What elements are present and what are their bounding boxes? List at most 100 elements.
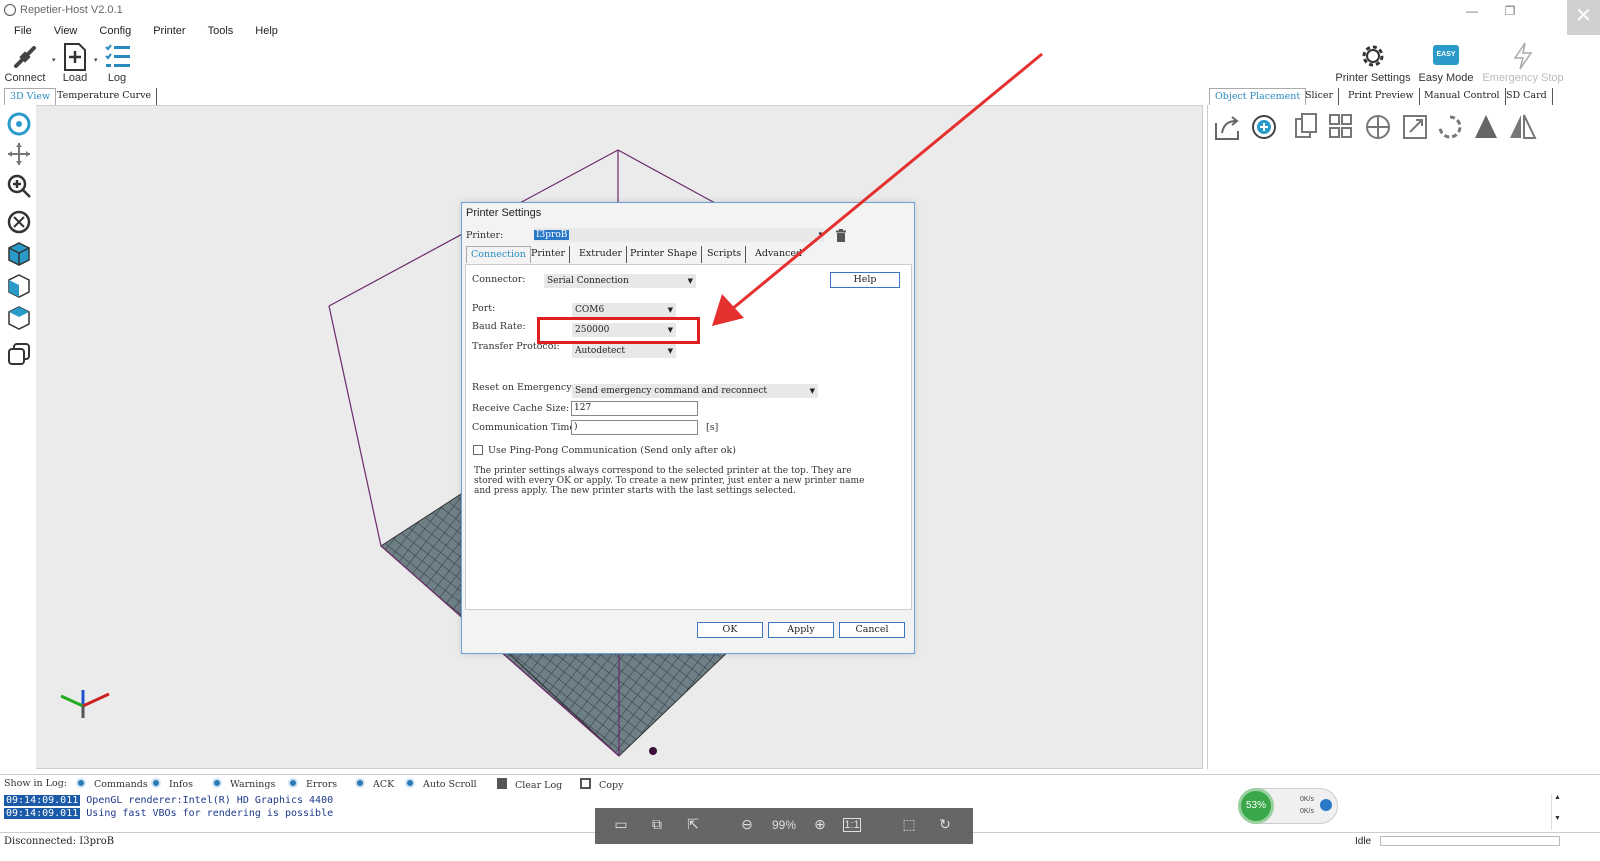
log-filter-ack[interactable]: ACK	[355, 778, 394, 790]
clear-log-button[interactable]: Clear Log	[497, 778, 562, 791]
log-timestamp: 09:14:09.011	[4, 808, 81, 819]
front-view-icon[interactable]	[6, 273, 32, 299]
menu-help[interactable]: Help	[241, 22, 286, 40]
connect-button[interactable]: Connect	[4, 40, 46, 84]
tab-printer[interactable]: Printer	[527, 246, 571, 263]
load-dropdown-icon[interactable]: ▾	[94, 56, 98, 64]
tab-object-placement[interactable]: Object Placement	[1209, 88, 1307, 105]
copy-object-icon[interactable]	[1295, 113, 1317, 138]
fit-view-icon[interactable]	[6, 209, 32, 235]
tab-print-preview[interactable]: Print Preview	[1343, 88, 1420, 105]
tab-manual-control[interactable]: Manual Control	[1419, 88, 1506, 105]
log-filter-commands-label: Commands	[94, 779, 148, 790]
easy-mode-label: Easy Mode	[1418, 72, 1474, 84]
zoom-in-icon[interactable]: ⊕	[808, 816, 832, 833]
add-file-icon	[64, 43, 86, 71]
iso-view-icon[interactable]	[6, 241, 32, 267]
close-button[interactable]: ✕	[1567, 0, 1600, 35]
chevron-down-icon: ▼	[809, 387, 815, 395]
object-placement-panel	[1207, 105, 1568, 769]
log-scrollbar[interactable]: ▲ ▼	[1551, 794, 1563, 830]
scroll-up-icon[interactable]: ▲	[1552, 794, 1563, 801]
log-button[interactable]: Log	[100, 40, 134, 84]
origin-marker	[649, 747, 657, 755]
tab-temperature-curve[interactable]: Temperature Curve	[52, 88, 158, 105]
port-select[interactable]: COM6 ▼	[572, 303, 676, 317]
progress-bar	[1380, 836, 1560, 846]
move-view-icon[interactable]	[6, 141, 32, 167]
scroll-down-icon[interactable]: ▼	[1552, 815, 1563, 822]
menu-view[interactable]: View	[40, 22, 86, 40]
menu-printer[interactable]: Printer	[139, 22, 193, 40]
restore-button[interactable]: ❐	[1490, 0, 1530, 22]
connect-dropdown-icon[interactable]: ▾	[52, 56, 56, 64]
tab-slicer[interactable]: Slicer	[1300, 88, 1340, 105]
rotate-icon[interactable]: ↻	[933, 816, 957, 833]
scale-object-icon[interactable]	[1403, 115, 1427, 139]
printer-settings-button[interactable]: Printer Settings	[1335, 40, 1411, 84]
tab-extruder[interactable]: Extruder	[575, 246, 628, 263]
connector-select[interactable]: Serial Connection ▼	[544, 274, 696, 288]
tab-sd-card[interactable]: SD Card	[1501, 88, 1553, 105]
tab-printer-shape[interactable]: Printer Shape	[626, 246, 703, 263]
log-row: 09:14:09.011 Using fast VBOs for renderi…	[4, 808, 333, 821]
reset-emergency-value: Send emergency command and reconnect	[575, 386, 768, 396]
log-filter-errors[interactable]: Errors	[288, 778, 337, 790]
download-speed: 0K/s	[1300, 808, 1315, 815]
idle-status: Idle	[1355, 836, 1372, 847]
load-button[interactable]: Load	[58, 40, 92, 84]
top-view-icon[interactable]	[6, 305, 32, 331]
log-filter-commands[interactable]: Commands	[76, 778, 148, 790]
log-filter-warnings[interactable]: Warnings	[212, 778, 275, 790]
transfer-protocol-select[interactable]: Autodetect ▼	[572, 344, 676, 358]
cpu-percent: 53%	[1238, 788, 1274, 824]
zoom-out-icon[interactable]: ⊖	[735, 816, 759, 833]
lightning-icon	[1513, 42, 1533, 70]
minimize-button[interactable]: —	[1452, 0, 1492, 22]
rotate-view-icon[interactable]	[6, 111, 32, 137]
accelerate-icon[interactable]	[1320, 799, 1332, 811]
add-object-icon[interactable]	[1252, 115, 1276, 139]
resize-icon[interactable]: ⧉	[645, 816, 669, 833]
zoom-view-icon[interactable]	[6, 173, 32, 199]
apply-button[interactable]: Apply	[768, 622, 834, 638]
copy-log-button[interactable]: Copy	[580, 778, 623, 791]
menu-file[interactable]: File	[0, 22, 40, 40]
clear-log-label: Clear Log	[515, 780, 563, 791]
log-filter-infos[interactable]: Infos	[151, 778, 193, 790]
save-icon[interactable]: ▭	[609, 816, 633, 833]
radio-icon	[288, 778, 298, 788]
tab-3d-view[interactable]: 3D View	[4, 88, 57, 105]
actual-size-button[interactable]: 1:1	[843, 818, 861, 832]
window-title: Repetier-Host V2.0.1	[20, 4, 123, 16]
log-auto-scroll[interactable]: Auto Scroll	[405, 778, 477, 790]
mirror-object-icon[interactable]	[1510, 114, 1537, 139]
cancel-button[interactable]: Cancel	[839, 622, 905, 638]
layers-icon[interactable]	[6, 341, 32, 367]
emergency-stop-button[interactable]: Emergency Stop	[1481, 40, 1565, 84]
menu-tools[interactable]: Tools	[194, 22, 242, 40]
ok-button[interactable]: OK	[697, 622, 763, 638]
log-text: Using fast VBOs for rendering is possibl…	[86, 808, 334, 819]
printer-label: Printer:	[466, 230, 504, 241]
timeout-input[interactable]: )	[571, 420, 698, 435]
center-object-icon[interactable]	[1366, 115, 1390, 139]
baud-rate-label: Baud Rate:	[472, 321, 526, 332]
log-filter-ack-label: ACK	[373, 779, 395, 790]
rotate-object-icon[interactable]	[1438, 115, 1462, 139]
easy-mode-icon: EASY	[1433, 45, 1459, 65]
cache-size-input[interactable]: 127	[571, 401, 698, 416]
dialog-title: Printer Settings	[466, 207, 542, 219]
copy-icon	[580, 778, 591, 789]
export-icon[interactable]	[1215, 116, 1239, 140]
easy-mode-button[interactable]: EASY Easy Mode	[1415, 40, 1477, 84]
drop-object-icon[interactable]	[1475, 115, 1497, 138]
tab-connection[interactable]: Connection	[466, 246, 531, 263]
share-icon[interactable]: ⇱	[681, 816, 705, 833]
transfer-protocol-value: Autodetect	[575, 346, 626, 356]
menu-config[interactable]: Config	[85, 22, 139, 40]
reset-emergency-select[interactable]: Send emergency command and reconnect ▼	[572, 384, 818, 398]
ping-pong-checkbox[interactable]	[473, 445, 483, 455]
crop-icon[interactable]: ⬚	[897, 816, 921, 833]
autoposition-icon[interactable]	[1329, 114, 1352, 138]
